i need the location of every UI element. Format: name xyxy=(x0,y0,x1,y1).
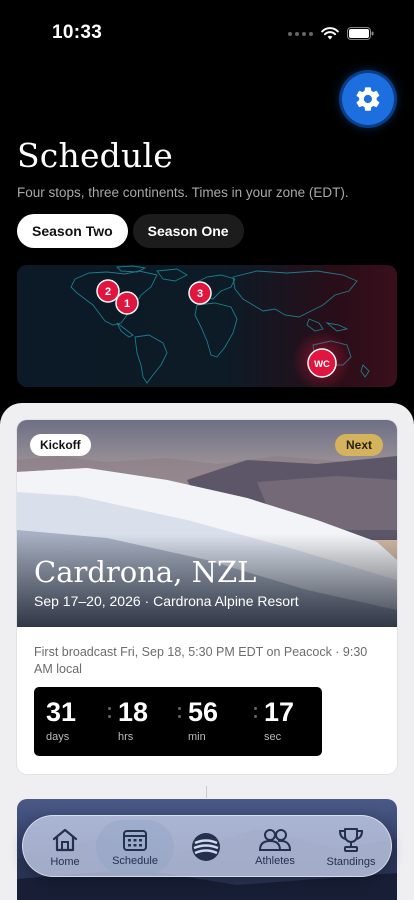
countdown-separator xyxy=(178,707,181,719)
map-marker-3[interactable]: 3 xyxy=(188,281,212,305)
countdown-timer: 31 days 18 hrs 56 min 17 sec xyxy=(34,687,322,756)
tab-season-two[interactable]: Season Two xyxy=(17,214,128,248)
status-bar: 10:33 xyxy=(0,0,414,60)
tab-brand[interactable] xyxy=(181,816,231,878)
tab-schedule[interactable]: Schedule xyxy=(96,820,174,874)
map-marker-2[interactable]: 2 xyxy=(96,279,120,303)
countdown-value: 18 xyxy=(118,697,149,727)
map-marker-1[interactable]: 1 xyxy=(115,291,139,315)
kickoff-badge: Kickoff xyxy=(30,434,91,456)
countdown-value: 17 xyxy=(264,697,295,727)
countdown-value: 56 xyxy=(188,697,219,727)
tab-label: Standings xyxy=(326,855,376,868)
tab-home[interactable]: Home xyxy=(35,816,95,878)
wifi-icon xyxy=(321,27,339,40)
countdown-label: min xyxy=(188,731,206,743)
tab-label: Home xyxy=(50,855,80,868)
broadcast-info: First broadcast Fri, Sep 18, 5:30 PM EDT… xyxy=(34,645,368,676)
map-marker-wc[interactable]: WC xyxy=(307,348,337,378)
page-subtitle: Four stops, three continents. Times in y… xyxy=(17,185,349,200)
brand-logo-icon xyxy=(192,833,220,861)
home-icon xyxy=(52,828,78,851)
status-icons xyxy=(288,27,374,40)
map-marker-label: 2 xyxy=(105,286,111,298)
status-time: 10:33 xyxy=(52,22,103,43)
season-tabs: Season Two Season One xyxy=(17,214,244,248)
countdown-value: 31 xyxy=(46,697,77,727)
event-hero-image: Kickoff Next Cardrona, NZL Sep 17–20, 20… xyxy=(17,420,397,627)
event-card[interactable]: Kickoff Next Cardrona, NZL Sep 17–20, 20… xyxy=(17,420,397,774)
athletes-icon xyxy=(258,828,292,851)
map-marker-label: 1 xyxy=(124,298,130,310)
countdown-days: 31 days xyxy=(34,687,108,756)
gear-icon xyxy=(356,87,380,111)
tab-athletes[interactable]: Athletes xyxy=(243,816,307,878)
map-marker-label: 3 xyxy=(197,288,203,300)
battery-icon xyxy=(347,27,374,40)
tab-label: Schedule xyxy=(112,854,158,867)
next-badge: Next xyxy=(334,434,383,456)
tab-season-one[interactable]: Season One xyxy=(132,214,244,248)
map-marker-label: WC xyxy=(314,359,330,370)
tab-label: Athletes xyxy=(255,854,295,867)
calendar-icon xyxy=(123,829,147,851)
countdown-separator xyxy=(108,707,111,719)
countdown-label: hrs xyxy=(118,731,134,743)
countdown-minutes: 56 min xyxy=(178,687,254,756)
countdown-seconds: 17 sec xyxy=(254,687,322,756)
timeline-connector xyxy=(206,786,207,798)
settings-button[interactable] xyxy=(342,73,394,125)
countdown-label: days xyxy=(46,731,70,743)
trophy-icon xyxy=(338,827,364,852)
event-title: Cardrona, NZL xyxy=(34,555,257,589)
world-map[interactable]: 2 1 3 WC xyxy=(17,265,397,387)
world-map-graphic: 2 1 3 WC xyxy=(70,265,370,387)
countdown-hours: 18 hrs xyxy=(108,687,178,756)
countdown-separator xyxy=(254,707,257,719)
event-dates: Sep 17–20, 2026 · Cardrona Alpine Resort xyxy=(34,593,299,609)
countdown-label: sec xyxy=(264,731,282,743)
tab-standings[interactable]: Standings xyxy=(317,816,385,878)
signal-icon xyxy=(288,31,313,36)
tab-bar: Home Schedule Athletes Standings xyxy=(22,815,392,877)
page-title: Schedule xyxy=(17,136,173,175)
